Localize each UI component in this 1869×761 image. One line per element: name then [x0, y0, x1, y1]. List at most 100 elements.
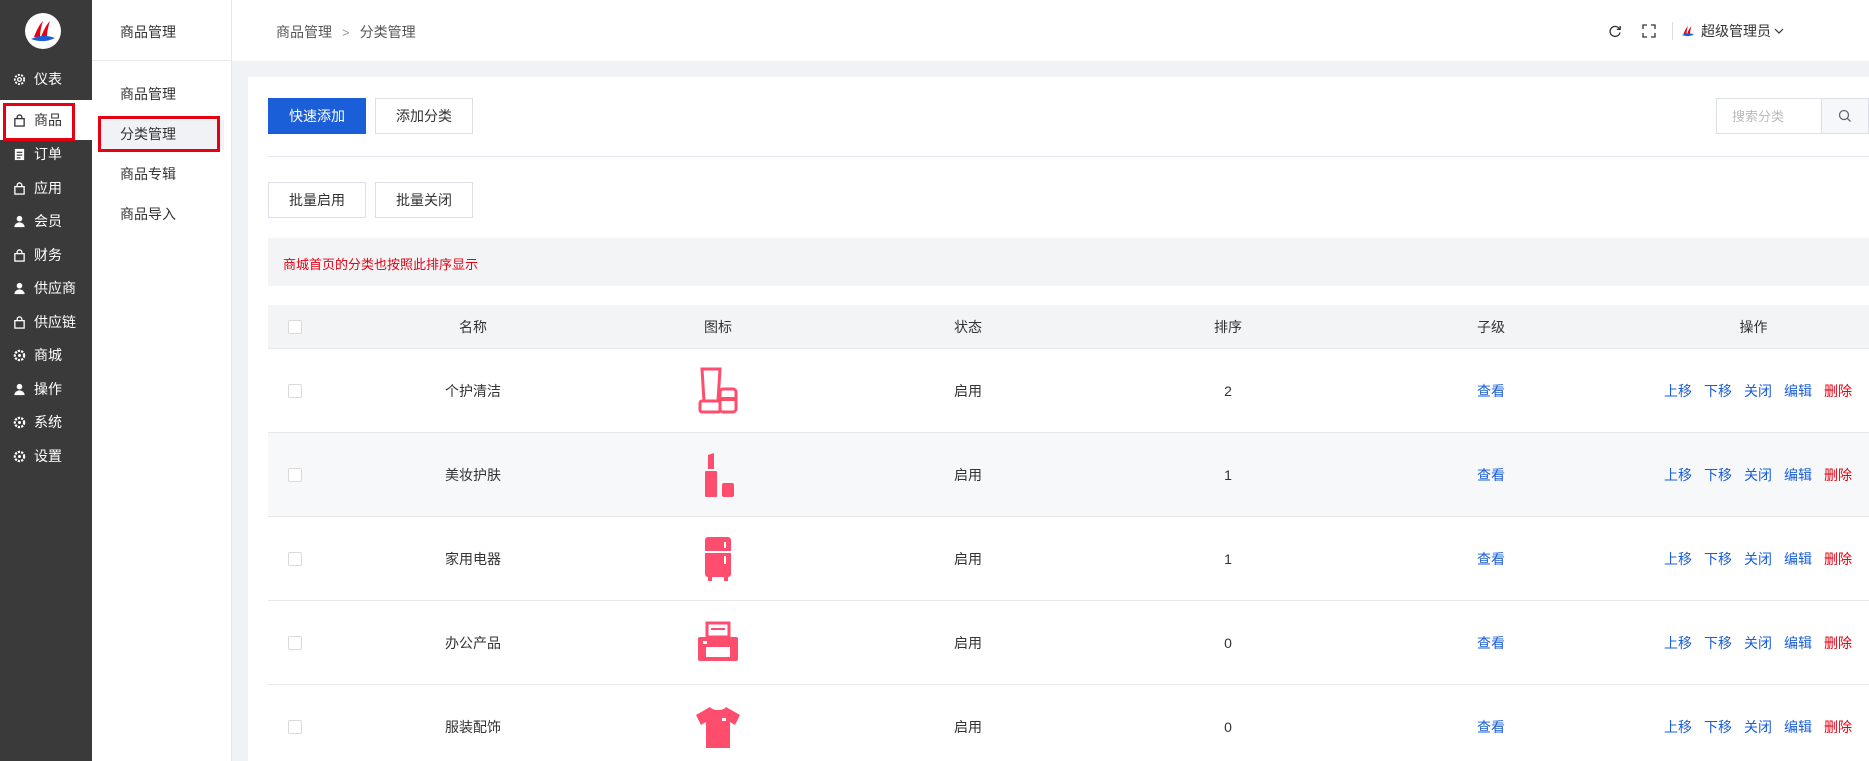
fullscreen-button[interactable]	[1632, 16, 1666, 46]
view-children-link[interactable]: 查看	[1431, 433, 1551, 516]
sidebar-item-label: 供应商	[34, 280, 76, 296]
subnav-item-import[interactable]: 商品导入	[120, 204, 176, 224]
category-icon-cell	[658, 433, 778, 516]
bag-icon	[12, 315, 26, 329]
sort-value: 1	[1224, 550, 1232, 567]
quick-add-button[interactable]: 快速添加	[268, 98, 366, 134]
subnav-item-album[interactable]: 商品专辑	[120, 164, 176, 184]
search-box	[1716, 98, 1869, 134]
topbar-tools: 超级管理员	[1598, 0, 1869, 61]
sort-value: 1	[1224, 466, 1232, 483]
disable-link[interactable]: 关闭	[1744, 465, 1772, 485]
tshirt-icon	[696, 706, 740, 748]
breadcrumb-item: 分类管理	[359, 24, 416, 40]
disable-link[interactable]: 关闭	[1744, 633, 1772, 653]
batch-disable-button[interactable]: 批量关闭	[375, 182, 473, 218]
status-text: 启用	[954, 718, 982, 735]
delete-link[interactable]: 删除	[1824, 381, 1852, 401]
delete-link[interactable]: 删除	[1824, 549, 1852, 569]
status-text: 启用	[954, 634, 982, 651]
refresh-button[interactable]	[1598, 16, 1632, 46]
gear-icon	[12, 449, 26, 463]
logo[interactable]	[25, 13, 61, 49]
row-checkbox[interactable]	[288, 467, 302, 482]
row-actions: 上移 下移 关闭 编辑 删除	[1638, 601, 1869, 684]
add-category-button[interactable]: 添加分类	[375, 98, 473, 134]
row-checkbox[interactable]	[288, 719, 302, 734]
user-menu[interactable]: 超级管理员	[1679, 21, 1869, 41]
sort-value: 2	[1224, 382, 1232, 399]
row-actions: 上移 下移 关闭 编辑 删除	[1638, 433, 1869, 516]
sidebar-item-settings[interactable]: 设置	[0, 436, 92, 476]
edit-link[interactable]: 编辑	[1784, 381, 1812, 401]
disable-link[interactable]: 关闭	[1744, 717, 1772, 737]
refrigerator-icon	[705, 536, 731, 581]
view-children-link[interactable]: 查看	[1431, 685, 1551, 761]
fullscreen-icon	[1642, 23, 1656, 38]
bag-icon	[12, 181, 26, 195]
move-up-link[interactable]: 上移	[1664, 549, 1692, 569]
person-icon	[12, 382, 26, 396]
move-up-link[interactable]: 上移	[1664, 633, 1692, 653]
delete-link[interactable]: 删除	[1824, 465, 1852, 485]
subnav-item-goods[interactable]: 商品管理	[120, 84, 176, 104]
sub-sidebar: 商品管理 商品管理 分类管理 商品专辑 商品导入	[92, 0, 232, 761]
table-row: 服装配饰 启用 0 查看 上移 下移 关闭 编辑 删除	[268, 685, 1869, 761]
user-name: 超级管理员	[1701, 22, 1771, 39]
table-row: 办公产品 启用 0 查看 上移 下移 关闭 编辑 删除	[268, 601, 1869, 685]
move-down-link[interactable]: 下移	[1704, 717, 1732, 737]
move-down-link[interactable]: 下移	[1704, 465, 1732, 485]
row-checkbox[interactable]	[288, 551, 302, 566]
select-all-cell	[268, 305, 322, 348]
sort-value: 0	[1224, 718, 1232, 735]
sidebar-item-label: 财务	[34, 247, 62, 263]
category-table: 名称 图标 状态 排序 子级 操作 个护清洁 启用 2 查看 上移 下移 关闭 …	[268, 305, 1869, 761]
search-button[interactable]	[1821, 99, 1868, 133]
refresh-icon	[1609, 25, 1621, 37]
row-checkbox[interactable]	[288, 383, 302, 398]
column-header: 操作	[1739, 318, 1768, 335]
printer-icon	[698, 621, 738, 661]
row-checkbox[interactable]	[288, 635, 302, 650]
column-header: 排序	[1214, 318, 1242, 335]
breadcrumb-item[interactable]: 商品管理	[276, 22, 332, 42]
batch-enable-button[interactable]: 批量启用	[268, 182, 366, 218]
sidebar-item-label: 操作	[34, 381, 62, 397]
row-select-cell	[268, 517, 322, 600]
move-up-link[interactable]: 上移	[1664, 717, 1692, 737]
edit-link[interactable]: 编辑	[1784, 717, 1812, 737]
column-header: 状态	[954, 318, 982, 335]
delete-link[interactable]: 删除	[1824, 717, 1852, 737]
status-text: 启用	[954, 550, 982, 567]
view-children-link[interactable]: 查看	[1431, 349, 1551, 432]
category-icon-cell	[658, 685, 778, 761]
move-up-link[interactable]: 上移	[1664, 465, 1692, 485]
edit-link[interactable]: 编辑	[1784, 633, 1812, 653]
move-down-link[interactable]: 下移	[1704, 381, 1732, 401]
row-actions: 上移 下移 关闭 编辑 删除	[1638, 349, 1869, 432]
move-up-link[interactable]: 上移	[1664, 381, 1692, 401]
edit-link[interactable]: 编辑	[1784, 549, 1812, 569]
sort-value: 0	[1224, 634, 1232, 651]
sidebar-item-label: 应用	[34, 180, 62, 196]
delete-link[interactable]: 删除	[1824, 633, 1852, 653]
column-header: 子级	[1477, 318, 1505, 335]
bag-icon	[12, 248, 26, 262]
disable-link[interactable]: 关闭	[1744, 549, 1772, 569]
sidebar-item-label: 商城	[34, 347, 62, 363]
view-children-link[interactable]: 查看	[1431, 601, 1551, 684]
move-down-link[interactable]: 下移	[1704, 633, 1732, 653]
select-all-checkbox[interactable]	[288, 319, 302, 334]
divider	[268, 156, 1869, 157]
sidebar-item-label: 订单	[34, 146, 62, 162]
view-children-link[interactable]: 查看	[1431, 517, 1551, 600]
move-down-link[interactable]: 下移	[1704, 549, 1732, 569]
disable-link[interactable]: 关闭	[1744, 381, 1772, 401]
edit-link[interactable]: 编辑	[1784, 465, 1812, 485]
sidebar-item-label: 系统	[34, 414, 62, 430]
cosmetics-icon	[705, 452, 734, 497]
personal-care-icon	[698, 367, 738, 413]
sidebar-item-label: 设置	[34, 448, 62, 464]
sidebar-item-dashboard[interactable]: 仪表	[0, 59, 92, 99]
search-input[interactable]	[1717, 99, 1821, 133]
